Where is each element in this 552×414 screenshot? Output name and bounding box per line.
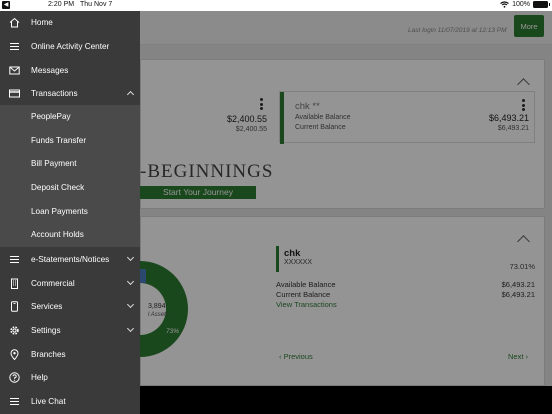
- wifi-icon: [500, 1, 509, 8]
- submenu-item-loan-payments[interactable]: Loan Payments: [0, 200, 140, 223]
- chevron-down-icon: [126, 324, 135, 333]
- home-icon: [9, 17, 20, 28]
- menu-item-label: Branches: [31, 350, 66, 359]
- battery-percent: 100%: [512, 1, 530, 8]
- menu-item-label: Messages: [31, 66, 69, 75]
- battery-icon: [533, 1, 550, 8]
- list-icon: [9, 41, 20, 52]
- menu-item-label: Help: [31, 373, 48, 382]
- menu-item-live-chat[interactable]: Live Chat: [0, 390, 140, 413]
- menu-item-label: Commercial: [31, 279, 75, 288]
- status-bar: ◀ 2:20 PM Thu Nov 7 100%: [0, 0, 552, 11]
- submenu-item-label: Account Holds: [31, 230, 84, 239]
- submenu-item-label: Bill Payment: [31, 159, 77, 168]
- submenu-item-funds-transfer[interactable]: Funds Transfer: [0, 129, 140, 152]
- menu-item-label: Online Activity Center: [31, 42, 110, 51]
- menu-item-label: Home: [31, 18, 53, 27]
- submenu-item-peoplepay[interactable]: PeoplePay: [0, 105, 140, 128]
- status-right: 100%: [500, 1, 550, 8]
- menu-item-home[interactable]: Home: [0, 11, 140, 34]
- submenu-item-label: Deposit Check: [31, 183, 85, 192]
- building-icon: [9, 278, 20, 289]
- menu-item-label: Settings: [31, 326, 61, 335]
- menu-item-services[interactable]: Services: [0, 295, 140, 318]
- location-icon: [9, 349, 20, 360]
- menu-item-help[interactable]: Help: [0, 366, 140, 389]
- chevron-down-icon: [126, 253, 135, 262]
- list-icon: [9, 396, 20, 407]
- help-icon: [9, 372, 20, 383]
- submenu-item-label: PeoplePay: [31, 112, 71, 121]
- submenu-item-deposit-check[interactable]: Deposit Check: [0, 176, 140, 199]
- menu-item-commercial[interactable]: Commercial: [0, 272, 140, 295]
- status-time: 2:20 PM: [48, 1, 75, 8]
- submenu-item-bill-payment[interactable]: Bill Payment: [0, 152, 140, 175]
- menu-item-settings[interactable]: Settings: [0, 319, 140, 342]
- submenu-item-label: Funds Transfer: [31, 136, 87, 145]
- side-menu: Home Online Activity Center Messages Tra…: [0, 11, 140, 414]
- back-to-app-icon[interactable]: ◀: [2, 1, 10, 9]
- transactions-submenu: PeoplePay Funds Transfer Bill Payment De…: [0, 105, 140, 247]
- menu-item-label: Live Chat: [31, 397, 66, 406]
- list-icon: [9, 254, 20, 265]
- menu-item-messages[interactable]: Messages: [0, 59, 140, 82]
- menu-item-label: e-Statements/Notices: [31, 255, 110, 264]
- menu-item-online-activity-center[interactable]: Online Activity Center: [0, 35, 140, 58]
- gear-icon: [9, 325, 20, 336]
- chevron-down-icon: [126, 277, 135, 286]
- menu-item-label: Transactions: [31, 89, 78, 98]
- status-date: Thu Nov 7: [80, 1, 113, 8]
- menu-item-label: Services: [31, 302, 63, 311]
- card-icon: [9, 88, 20, 99]
- menu-item-e-statements[interactable]: e-Statements/Notices: [0, 248, 140, 271]
- submenu-item-label: Loan Payments: [31, 207, 88, 216]
- phone-icon: [9, 301, 20, 312]
- chevron-down-icon: [126, 300, 135, 309]
- envelope-icon: [9, 65, 20, 76]
- chevron-up-icon: [126, 90, 135, 99]
- submenu-item-account-holds[interactable]: Account Holds: [0, 223, 140, 246]
- menu-item-branches[interactable]: Branches: [0, 343, 140, 366]
- menu-item-transactions[interactable]: Transactions: [0, 82, 140, 105]
